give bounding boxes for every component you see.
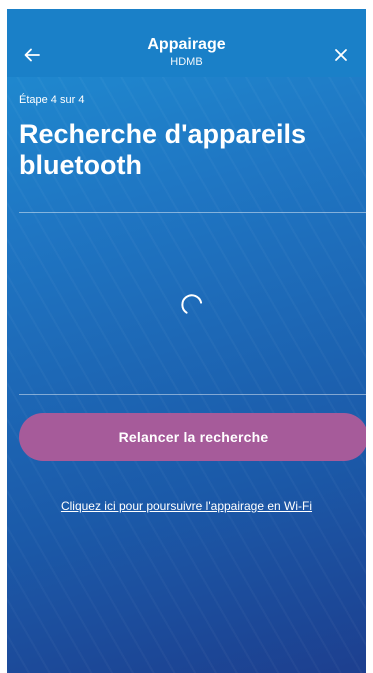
header-title: Appairage [147, 36, 226, 53]
wifi-pairing-link[interactable]: Cliquez ici pour poursuivre l'appairage … [7, 499, 366, 514]
close-icon [335, 49, 347, 61]
close-button[interactable] [327, 41, 355, 69]
retry-search-button[interactable]: Relancer la recherche [19, 413, 366, 461]
step-indicator: Étape 4 sur 4 [19, 94, 85, 106]
app-header: Appairage HDMB [7, 9, 366, 77]
top-divider [19, 212, 366, 213]
header-subtitle: HDMB [170, 56, 203, 68]
bottom-divider [19, 394, 366, 395]
spinner-icon [181, 294, 203, 314]
page-title: Recherche d'appareils bluetooth [19, 119, 307, 180]
pairing-screen: Appairage HDMB Étape 4 sur 4 Recherche d… [7, 9, 366, 673]
